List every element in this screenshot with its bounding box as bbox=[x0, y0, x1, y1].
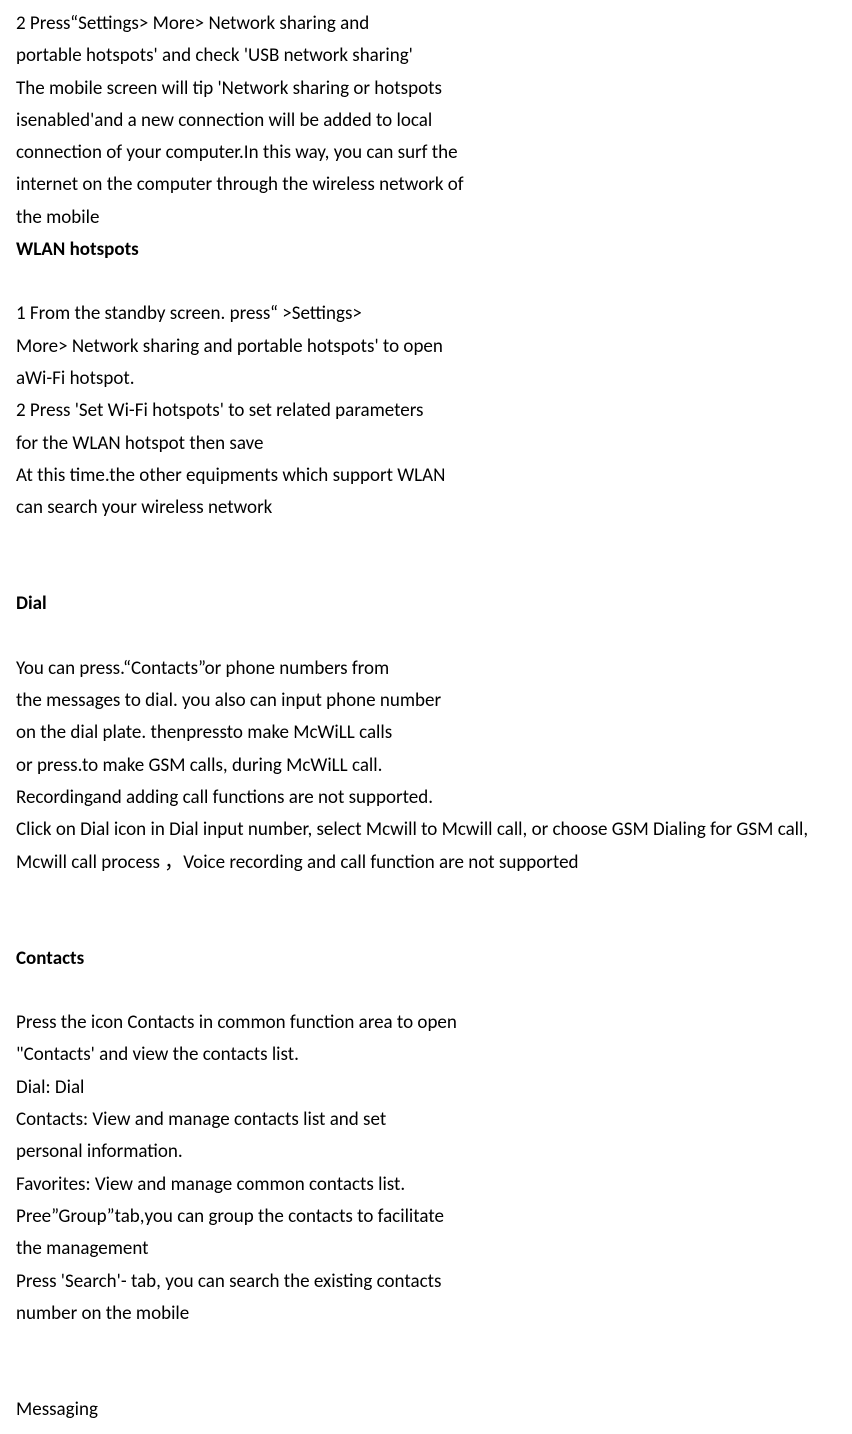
body-text: the mobile bbox=[16, 202, 836, 234]
body-text: Pree”Group”tab,you can group the contact… bbox=[16, 1201, 836, 1233]
body-text: number on the mobile bbox=[16, 1298, 836, 1330]
body-text: Press the icon Contacts in common functi… bbox=[16, 1007, 836, 1039]
body-text: "Contacts' and view the contacts list. bbox=[16, 1039, 836, 1071]
heading-dial: Dial bbox=[16, 588, 836, 620]
body-text: Click on Dial icon in Dial input number,… bbox=[16, 814, 836, 879]
blank-line bbox=[16, 975, 836, 1007]
body-text: You can press.“Contacts”or phone numbers… bbox=[16, 653, 836, 685]
body-text: Favorites: View and manage common contac… bbox=[16, 1169, 836, 1201]
body-text: the management bbox=[16, 1233, 836, 1265]
body-text: 2 Press“Settings> More> Network sharing … bbox=[16, 8, 836, 40]
body-text: 2 Press 'Set Wi-Fi hotspots' to set rela… bbox=[16, 395, 836, 427]
body-text: Recordingand adding call functions are n… bbox=[16, 782, 836, 814]
body-text: The mobile screen will tip 'Network shar… bbox=[16, 73, 836, 105]
body-text: aWi-Fi hotspot. bbox=[16, 363, 836, 395]
body-text: At this time.the other equipments which … bbox=[16, 460, 836, 492]
heading-wlan-hotspots: WLAN hotspots bbox=[16, 234, 836, 266]
body-text: connection of your computer.In this way,… bbox=[16, 137, 836, 169]
blank-line bbox=[16, 621, 836, 653]
body-text: portable hotspots' and check 'USB networ… bbox=[16, 40, 836, 72]
blank-line bbox=[16, 266, 836, 298]
body-text: Contacts: View and manage contacts list … bbox=[16, 1104, 836, 1136]
body-text: internet on the computer through the wir… bbox=[16, 169, 836, 201]
heading-messaging: Messaging bbox=[16, 1394, 836, 1426]
blank-line bbox=[16, 879, 836, 943]
body-text: for the WLAN hotspot then save bbox=[16, 428, 836, 460]
heading-contacts: Contacts bbox=[16, 943, 836, 975]
body-text: More> Network sharing and portable hotsp… bbox=[16, 331, 836, 363]
blank-line bbox=[16, 524, 836, 588]
body-text: the messages to dial. you also can input… bbox=[16, 685, 836, 717]
body-text: Press 'Search'- tab, you can search the … bbox=[16, 1266, 836, 1298]
body-text: isenabled'and a new connection will be a… bbox=[16, 105, 836, 137]
body-text: on the dial plate. thenpressto make McWi… bbox=[16, 717, 836, 749]
body-text: can search your wireless network bbox=[16, 492, 836, 524]
body-text: Dial: Dial bbox=[16, 1072, 836, 1104]
body-text: personal information. bbox=[16, 1136, 836, 1168]
body-text: or press.to make GSM calls, during McWiL… bbox=[16, 750, 836, 782]
body-text: 1 From the standby screen. press“ >Setti… bbox=[16, 298, 836, 330]
blank-line bbox=[16, 1330, 836, 1394]
